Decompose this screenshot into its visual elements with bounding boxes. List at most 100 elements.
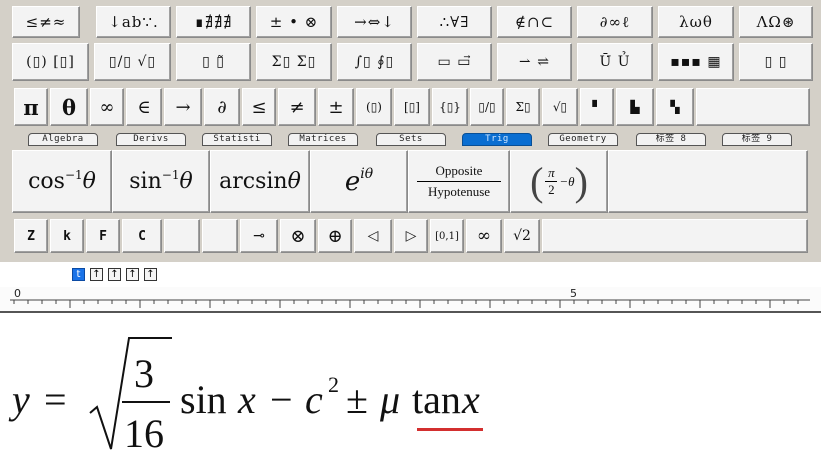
nudge-up-button-3[interactable]: ↑ xyxy=(126,268,139,281)
tab-geometry[interactable]: Geometry xyxy=(548,133,618,146)
products-template-button[interactable]: Ū̇ Ủ xyxy=(577,43,653,81)
eq-x1: x xyxy=(238,377,256,422)
superscript-button[interactable]: ▘ xyxy=(580,88,614,126)
eq-frac-bar xyxy=(122,401,170,403)
greek-lower-palette-button[interactable]: λωθ xyxy=(658,6,734,38)
labeled-arrow-template-button[interactable]: ⇀ ⇌ xyxy=(497,43,572,81)
plus-minus-button[interactable]: ± xyxy=(318,88,354,126)
fraction-radical-template-button[interactable]: ▯/▯ √▯ xyxy=(94,43,171,81)
exp-sup: iθ xyxy=(360,165,374,182)
sqrt-two-button[interactable]: √2 xyxy=(504,219,540,253)
eq-frac-denominator: 16 xyxy=(124,411,164,456)
sub-superscript-button[interactable]: ▚ xyxy=(656,88,694,126)
blank-button-1[interactable] xyxy=(164,219,200,253)
empty-trig-slot-button[interactable] xyxy=(608,150,808,213)
box-template-button[interactable]: ▯ ▯ xyxy=(739,43,813,81)
pi-button[interactable]: π xyxy=(14,88,48,126)
equation-display[interactable]: y = 3 16 sin x − c 2 ± μ tan x xyxy=(0,330,821,463)
sqrt-button[interactable]: √▯ xyxy=(542,88,578,126)
arcsin-label: arcsin xyxy=(219,169,288,194)
logic-palette-button[interactable]: ∴∀∃ xyxy=(417,6,492,38)
eq-sin: sin xyxy=(180,377,227,422)
ratio-denominator: Hypotenuse xyxy=(427,184,491,199)
element-of-button[interactable]: ∈ xyxy=(126,88,162,126)
euler-exp-template-button[interactable]: e iθ xyxy=(310,150,408,213)
parentheses-button[interactable]: (▯) xyxy=(356,88,392,126)
bar-arrow-template-button[interactable]: ▭ ▭⃗ xyxy=(417,43,492,81)
field-button[interactable]: F xyxy=(86,219,120,253)
set-theory-palette-button[interactable]: ∉∩⊂ xyxy=(497,6,572,38)
less-equal-button[interactable]: ≤ xyxy=(242,88,276,126)
infinity-button[interactable]: ∞ xyxy=(90,88,124,126)
multimap-button[interactable]: ⊸ xyxy=(240,219,278,253)
exp-base: e xyxy=(344,166,361,197)
ratio-template-button[interactable]: Opposite Hypotenuse xyxy=(408,150,510,213)
tab-derivs[interactable]: Derivs xyxy=(116,133,186,146)
tab-matrices[interactable]: Matrices xyxy=(288,133,358,146)
theta-label: θ xyxy=(287,169,301,194)
subscript-template-button[interactable]: ▯ ▯̃ xyxy=(176,43,251,81)
nudge-up-button-1[interactable]: ↑ xyxy=(90,268,103,281)
pi-over-two-template-button[interactable]: ( π 2 −θ ) xyxy=(510,150,608,213)
sum-button[interactable]: Σ▯ xyxy=(506,88,540,126)
left-triangle-button[interactable]: ◁ xyxy=(354,219,392,253)
arcsin-inverse-template-button[interactable]: sin −1 θ xyxy=(112,150,210,213)
nudge-up-button-2[interactable]: ↑ xyxy=(108,268,121,281)
relation-palette-button[interactable]: ≤≠≈ xyxy=(12,6,80,38)
brackets-button[interactable]: [▯] xyxy=(394,88,430,126)
misc-symbols-palette-button[interactable]: ∂∞ℓ xyxy=(577,6,653,38)
tab-sets[interactable]: Sets xyxy=(376,133,446,146)
right-arrow-button[interactable]: → xyxy=(164,88,202,126)
k-button[interactable]: k xyxy=(50,219,84,253)
tab-algebra[interactable]: Algebra xyxy=(28,133,98,146)
tab-trig[interactable]: Trig xyxy=(462,133,532,146)
fraction-button[interactable]: ▯/▯ xyxy=(470,88,504,126)
infinity-small-button[interactable]: ∞ xyxy=(466,219,502,253)
operator-palette-button[interactable]: ± • ⊗ xyxy=(256,6,332,38)
braces-button[interactable]: {▯} xyxy=(432,88,468,126)
arrow-palette-button[interactable]: →⇔↓ xyxy=(337,6,412,38)
integral-template-button[interactable]: ∫▯ ∮▯ xyxy=(337,43,412,81)
nudge-up-button-4[interactable]: ↑ xyxy=(144,268,157,281)
partial-button[interactable]: ∂ xyxy=(204,88,240,126)
spelling-underline xyxy=(417,428,483,431)
matrix-template-button[interactable]: ▪▪▪ ▦ xyxy=(658,43,734,81)
tab-statistics[interactable]: Statisti xyxy=(202,133,272,146)
not-equal-button[interactable]: ≠ xyxy=(278,88,316,126)
equation-toolbar: ≤≠≈ ↓ab∵. ∎∄∄∄ ± • ⊗ →⇔↓ ∴∀∃ ∉∩⊂ ∂∞ℓ λωθ… xyxy=(0,0,821,262)
eq-frac-numerator: 3 xyxy=(134,351,154,396)
right-triangle-button[interactable]: ▷ xyxy=(394,219,428,253)
empty-row5-slot-button[interactable] xyxy=(542,219,808,253)
summation-template-button[interactable]: Σ▯ Σ▯ xyxy=(256,43,332,81)
interval-button[interactable]: [0,1] xyxy=(430,219,464,253)
eq-equals: = xyxy=(44,377,67,422)
arccos-template-button[interactable]: cos −1 θ xyxy=(12,150,112,213)
tab-8[interactable]: 标签 8 xyxy=(636,133,706,146)
ruler[interactable]: 0 5 xyxy=(0,287,821,313)
integers-button[interactable]: Z xyxy=(14,219,48,253)
eq-minus: − xyxy=(270,377,293,422)
pi-numerator: π xyxy=(548,165,555,180)
sin-label: sin xyxy=(129,169,162,194)
otimes-button[interactable]: ⊗ xyxy=(280,219,316,253)
eq-mu: μ xyxy=(380,377,401,422)
greek-upper-palette-button[interactable]: ΛΩ⊛ xyxy=(739,6,813,38)
complex-button[interactable]: C xyxy=(122,219,162,253)
field-symbol: F xyxy=(99,228,107,244)
spaces-ellipses-palette-button[interactable]: ↓ab∵. xyxy=(96,6,171,38)
eq-tan: tan xyxy=(412,377,461,422)
fence-template-button[interactable]: (▯) [▯] xyxy=(12,43,89,81)
tab-toggle-button[interactable]: t xyxy=(72,268,85,281)
complex-symbol: C xyxy=(138,228,146,244)
tab-9[interactable]: 标签 9 xyxy=(722,133,792,146)
inverse-sup: −1 xyxy=(161,167,180,182)
theta-button[interactable]: θ xyxy=(50,88,88,126)
oplus-button[interactable]: ⊕ xyxy=(318,219,352,253)
embellishment-palette-button[interactable]: ∎∄∄∄ xyxy=(176,6,251,38)
arcsin-template-button[interactable]: arcsin θ xyxy=(210,150,310,213)
empty-slot-button[interactable] xyxy=(696,88,810,126)
k-symbol: k xyxy=(63,228,71,244)
blank-button-2[interactable] xyxy=(202,219,238,253)
ratio-numerator: Opposite xyxy=(435,163,483,178)
subscript-button[interactable]: ▙ xyxy=(616,88,654,126)
